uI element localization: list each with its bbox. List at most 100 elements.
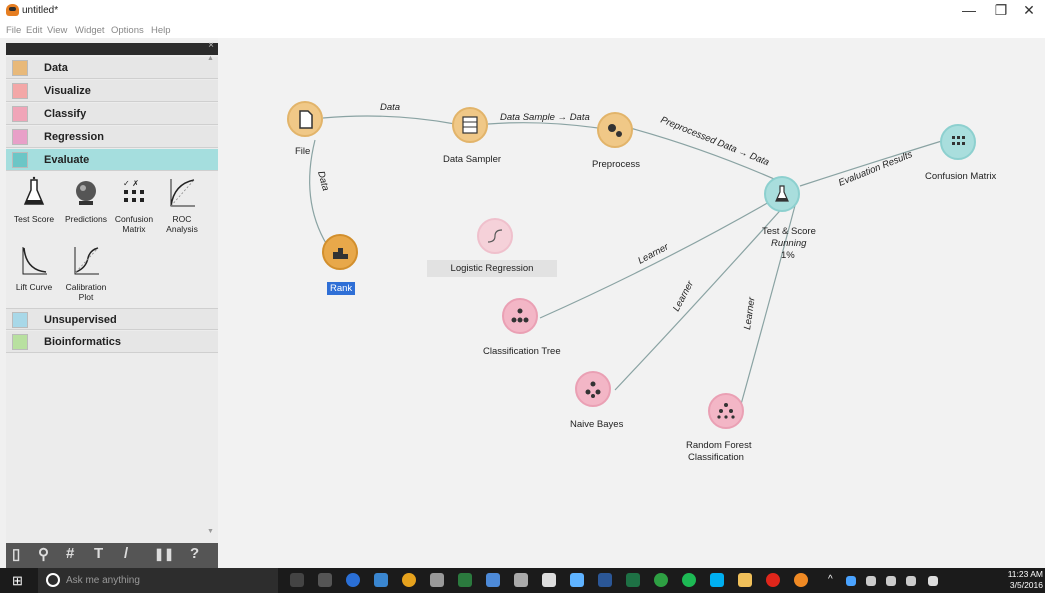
excel-icon[interactable] (626, 573, 640, 587)
tray-app-icon[interactable] (846, 576, 856, 586)
menu-widget[interactable]: Widget (75, 25, 105, 36)
app-icon[interactable] (570, 573, 584, 587)
category-label: Visualize (44, 85, 91, 97)
tree-icon (12, 106, 28, 122)
category-unsupervised[interactable]: Unsupervised (6, 308, 218, 330)
menu-view[interactable]: View (47, 25, 67, 36)
category-classify[interactable]: Classify (6, 103, 218, 125)
matrix-icon: ✓ ✗ (123, 179, 144, 202)
search-button[interactable]: ⚲ (38, 545, 49, 563)
wifi-icon[interactable] (886, 576, 896, 586)
workflow-canvas[interactable] (218, 38, 1045, 568)
category-label: Regression (44, 131, 104, 143)
clock-time: 11:23 AM (1007, 569, 1043, 579)
calculator-icon[interactable] (542, 573, 556, 587)
app-icon[interactable] (374, 573, 388, 587)
tool-confusion-matrix[interactable]: ✓ ✗ Confusion Matrix (108, 176, 160, 234)
tray-chevron-icon[interactable]: ^ (828, 574, 833, 585)
menu-bar: File Edit View Widget Options Help (0, 22, 1045, 38)
app-icon[interactable] (486, 573, 500, 587)
orange-app-icon (6, 4, 19, 16)
window-title: untitled* (22, 5, 59, 16)
menu-help[interactable]: Help (151, 25, 171, 36)
close-button[interactable]: ✕ (1016, 2, 1042, 19)
calibration-icon (74, 247, 99, 275)
tree-icon (502, 298, 538, 334)
node-label: Logistic Regression (427, 260, 557, 277)
category-bioinformatics[interactable]: Bioinformatics (6, 331, 218, 353)
svg-text:✓ ✗: ✓ ✗ (123, 179, 139, 188)
category-data[interactable]: Data (6, 57, 218, 79)
arrow-button[interactable]: / (124, 545, 128, 562)
node-label: Random Forest (686, 440, 752, 451)
skype-icon[interactable] (710, 573, 724, 587)
bio-icon (12, 334, 28, 350)
mic-icon[interactable] (290, 573, 304, 587)
gears-icon (597, 112, 633, 148)
app-icon[interactable] (514, 573, 528, 587)
node-progress: 1% (781, 250, 795, 261)
clapper-icon[interactable] (430, 573, 444, 587)
task-view-icon[interactable] (318, 573, 332, 587)
category-regression[interactable]: Regression (6, 126, 218, 148)
category-visualize[interactable]: Visualize (6, 80, 218, 102)
menu-options[interactable]: Options (111, 25, 144, 36)
action-center-icon[interactable] (928, 576, 938, 586)
orange-app-icon[interactable] (794, 573, 808, 587)
category-label: Evaluate (44, 154, 90, 166)
help-button[interactable]: ? (190, 545, 199, 562)
node-label: Classification (688, 452, 744, 463)
tool-lift-curve[interactable]: Lift Curve (8, 244, 60, 292)
category-label: Data (44, 62, 68, 74)
minimize-button[interactable]: — (956, 2, 982, 18)
lift-curve-icon (22, 247, 47, 275)
node-label: Test & Score (762, 226, 816, 237)
text-button[interactable]: T (94, 545, 103, 562)
node-label: Classification Tree (483, 346, 561, 357)
maximize-button[interactable]: ❐ (988, 2, 1014, 19)
grid-icon (12, 152, 28, 168)
search-placeholder: Ask me anything (66, 575, 140, 586)
menu-edit[interactable]: Edit (26, 25, 42, 36)
spotify-icon[interactable] (682, 573, 696, 587)
roc-curve-icon (170, 179, 195, 207)
toolbox-scrollbar[interactable] (206, 55, 216, 535)
scatter-icon (12, 83, 28, 99)
cortana-search-box[interactable]: Ask me anything (38, 568, 278, 593)
word-icon[interactable] (598, 573, 612, 587)
podium-icon (322, 234, 358, 270)
pause-button[interactable]: ❚❚ (154, 547, 174, 561)
tool-label: Test Score (13, 214, 55, 224)
app-icon[interactable] (346, 573, 360, 587)
grid-button[interactable]: # (66, 545, 74, 562)
opera-icon[interactable] (766, 573, 780, 587)
info-button[interactable]: ▯ (12, 545, 20, 563)
node-label-selected: Rank (327, 282, 356, 295)
windows-taskbar: ⊞ Ask me anything ^ 11:23 AM 3/5/2016 (0, 568, 1045, 593)
tool-predictions[interactable]: Predictions (60, 176, 112, 224)
node-label: File (295, 146, 311, 157)
tool-roc-analysis[interactable]: ROC Analysis (156, 176, 208, 234)
flask-icon (23, 176, 45, 205)
tool-calibration-plot[interactable]: Calibration Plot (60, 244, 112, 302)
flask-icon (764, 176, 800, 212)
file-explorer-icon[interactable] (738, 573, 752, 587)
chrome-icon[interactable] (402, 573, 416, 587)
battery-icon[interactable] (866, 576, 876, 586)
title-bar: untitled* — ❐ ✕ (0, 0, 1045, 22)
matrix-icon (940, 124, 976, 160)
tool-label: Predictions (64, 214, 108, 224)
taskbar-clock[interactable]: 11:23 AM 3/5/2016 (1008, 569, 1043, 591)
category-label: Classify (44, 108, 87, 120)
tool-test-score[interactable]: Test Score (8, 176, 60, 224)
sigmoid-icon (477, 218, 513, 254)
tool-label: Lift Curve (15, 282, 53, 292)
app-icon[interactable] (654, 573, 668, 587)
toolbox-header (6, 40, 218, 55)
app-icon[interactable] (458, 573, 472, 587)
bayes-network-icon (575, 371, 611, 407)
menu-file[interactable]: File (6, 25, 21, 36)
volume-icon[interactable] (906, 576, 916, 586)
category-evaluate[interactable]: Evaluate (6, 149, 218, 171)
windows-start-icon[interactable]: ⊞ (12, 573, 23, 589)
